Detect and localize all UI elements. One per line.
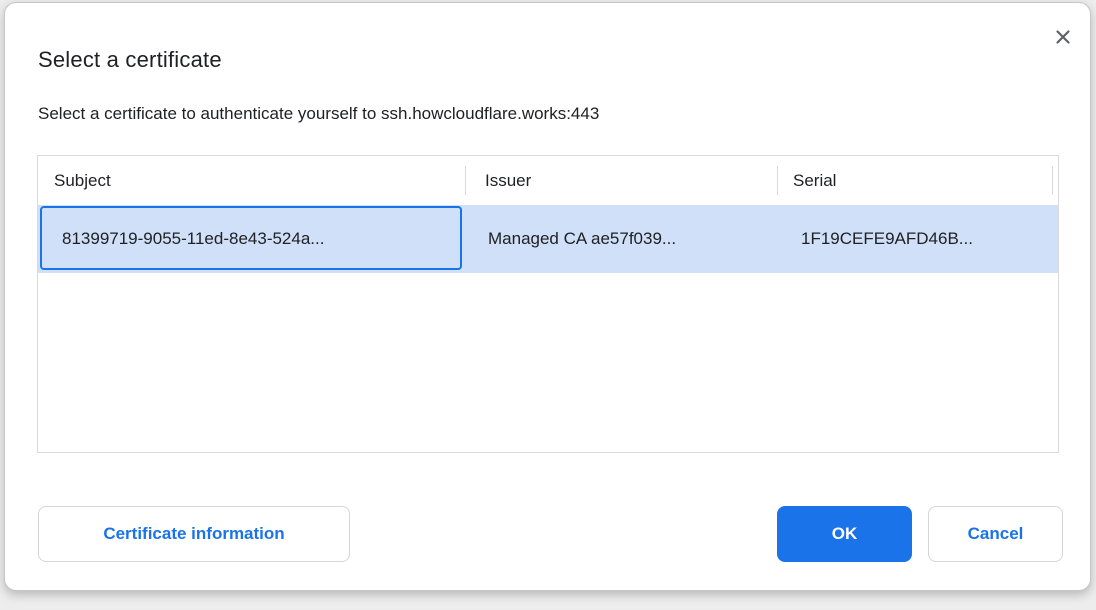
cancel-button[interactable]: Cancel	[928, 506, 1063, 562]
cell-serial[interactable]: 1F19CEFE9AFD46B...	[801, 205, 973, 273]
column-divider	[777, 166, 778, 195]
cell-issuer[interactable]: Managed CA ae57f039...	[488, 205, 676, 273]
certificate-select-dialog: Select a certificate Select a certificat…	[4, 2, 1091, 591]
certificate-table: Subject Issuer Serial 81399719-9055-11ed…	[37, 155, 1059, 453]
cell-subject[interactable]: 81399719-9055-11ed-8e43-524a...	[62, 205, 324, 273]
column-header-subject[interactable]: Subject	[54, 156, 111, 205]
ok-button[interactable]: OK	[777, 506, 912, 562]
column-header-serial[interactable]: Serial	[793, 156, 836, 205]
dialog-title: Select a certificate	[38, 47, 222, 73]
column-header-issuer[interactable]: Issuer	[485, 156, 531, 205]
table-header: Subject Issuer Serial	[38, 156, 1058, 205]
column-divider	[1052, 166, 1053, 195]
close-icon	[1052, 26, 1074, 48]
column-divider	[465, 166, 466, 195]
certificate-row-selected[interactable]: 81399719-9055-11ed-8e43-524a... Managed …	[38, 205, 1058, 273]
dialog-subtitle: Select a certificate to authenticate you…	[38, 104, 599, 124]
page-background: { "dialog": { "title": "Select a certifi…	[0, 0, 1096, 610]
close-button[interactable]	[1045, 19, 1081, 55]
certificate-information-button[interactable]: Certificate information	[38, 506, 350, 562]
